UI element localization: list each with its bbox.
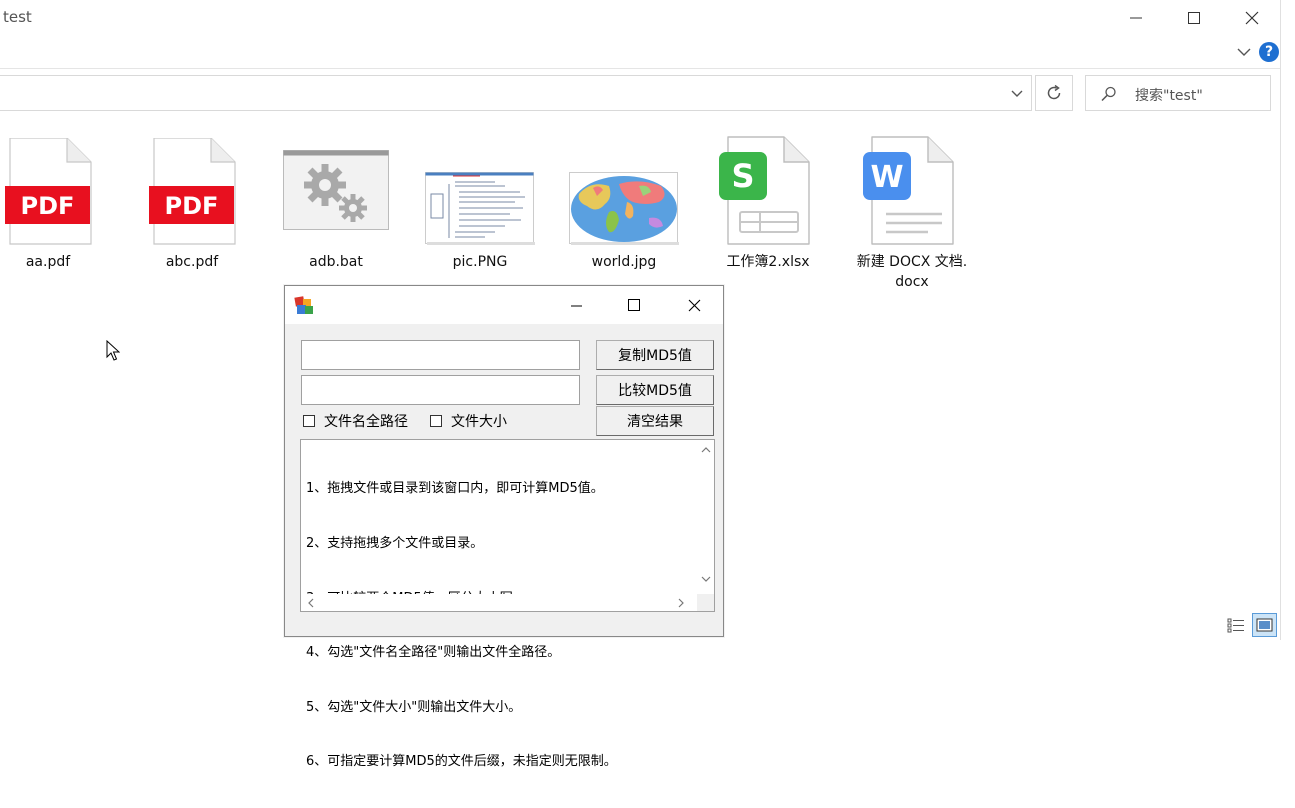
file-name: aa.pdf (0, 252, 113, 272)
pdf-badge: PDF (165, 192, 219, 220)
right-edge (1281, 0, 1295, 640)
scroll-up-icon[interactable] (701, 446, 711, 453)
window-border (1280, 0, 1281, 640)
vertical-scrollbar[interactable] (697, 440, 714, 594)
large-icons-view-button[interactable] (1252, 613, 1277, 637)
details-view-icon (1225, 614, 1247, 636)
pdf-badge: PDF (21, 192, 75, 220)
md5-input-2[interactable] (301, 375, 580, 405)
file-name: abc.pdf (127, 252, 257, 272)
image-thumbnail-diagram (425, 172, 535, 246)
minimize-button[interactable] (1107, 0, 1165, 36)
chevron-down-icon (1237, 48, 1251, 57)
chevron-down-icon[interactable] (1009, 86, 1025, 102)
horizontal-scrollbar[interactable] (301, 594, 697, 611)
dialog-close-button[interactable] (671, 286, 717, 324)
image-thumbnail-world-map (569, 172, 679, 246)
checkbox-label: 文件大小 (451, 411, 507, 431)
result-line: 5、勾选"文件大小"则输出文件大小。 (306, 699, 617, 717)
word-document-icon: W (862, 136, 957, 246)
file-size-checkbox[interactable]: 文件大小 (430, 411, 507, 431)
close-icon (1245, 11, 1259, 25)
close-icon (688, 299, 701, 312)
full-path-checkbox[interactable]: 文件名全路径 (303, 411, 408, 431)
file-name: adb.bat (271, 252, 401, 272)
mouse-cursor-icon (106, 340, 120, 362)
file-name: pic.PNG (415, 252, 545, 272)
file-item[interactable]: W 新建 DOCX 文档. docx (847, 130, 977, 290)
scroll-right-icon[interactable] (678, 598, 685, 608)
file-item[interactable]: PDF abc.pdf (127, 130, 257, 280)
scrollbar-corner (697, 594, 714, 611)
file-item[interactable]: PDF aa.pdf (0, 130, 113, 280)
scroll-left-icon[interactable] (307, 598, 314, 608)
window-title: test (3, 8, 32, 26)
maximize-button[interactable] (1165, 0, 1223, 36)
clear-results-button[interactable]: 清空结果 (596, 406, 714, 436)
details-view-button[interactable] (1225, 614, 1247, 636)
pdf-icon: PDF (149, 138, 239, 246)
result-line: 2、支持拖拽多个文件或目录。 (306, 535, 617, 553)
refresh-icon (1045, 84, 1063, 102)
dialog-titlebar[interactable] (285, 286, 723, 324)
docx-badge: W (870, 160, 903, 195)
batch-file-gear-icon (283, 150, 389, 230)
minimize-icon (1130, 12, 1142, 24)
file-name: world.jpg (559, 252, 689, 272)
address-bar[interactable] (0, 75, 1032, 111)
result-line: 4、勾选"文件名全路径"则输出文件全路径。 (306, 644, 617, 662)
pdf-icon: PDF (5, 138, 95, 246)
md5-input-1[interactable] (301, 340, 580, 370)
compare-md5-button[interactable]: 比较MD5值 (596, 375, 714, 405)
close-button[interactable] (1223, 0, 1281, 36)
maximize-icon (1188, 12, 1200, 24)
file-item[interactable]: world.jpg (559, 130, 689, 280)
dialog-minimize-button[interactable] (553, 286, 599, 324)
refresh-button[interactable] (1035, 75, 1073, 111)
ribbon-divider (0, 68, 1280, 69)
md5-tool-dialog: 复制MD5值 比较MD5值 清空结果 文件名全路径 文件大小 1、拖拽文件或目录… (284, 285, 724, 637)
file-item[interactable]: pic.PNG (415, 130, 545, 280)
result-text: 1、拖拽文件或目录到该窗口内，即可计算MD5值。 2、支持拖拽多个文件或目录。 … (306, 444, 617, 808)
minimize-icon (571, 300, 582, 311)
result-line: 6、可指定要计算MD5的文件后缀，未指定则无限制。 (306, 753, 617, 771)
checkbox-box[interactable] (303, 415, 315, 427)
file-item[interactable]: S 工作簿2.xlsx (703, 130, 833, 280)
maximize-icon (628, 299, 640, 311)
file-name: 新建 DOCX 文档. docx (847, 252, 977, 292)
result-textarea[interactable]: 1、拖拽文件或目录到该窗口内，即可计算MD5值。 2、支持拖拽多个文件或目录。 … (300, 439, 715, 612)
dialog-maximize-button[interactable] (611, 286, 657, 324)
checkbox-box[interactable] (430, 415, 442, 427)
large-icons-view-icon (1253, 614, 1276, 636)
xlsx-badge: S (731, 157, 754, 195)
scroll-down-icon[interactable] (701, 576, 711, 583)
search-input[interactable]: 搜索"test" (1135, 85, 1203, 105)
copy-md5-button[interactable]: 复制MD5值 (596, 340, 714, 370)
help-button[interactable]: ? (1259, 42, 1279, 62)
file-name: 工作簿2.xlsx (703, 252, 833, 272)
ribbon-expand-button[interactable] (1232, 42, 1256, 62)
file-item[interactable]: adb.bat (271, 130, 401, 280)
search-box[interactable]: 搜索"test" (1085, 75, 1271, 111)
spreadsheet-icon: S (718, 136, 813, 246)
result-line: 1、拖拽文件或目录到该窗口内，即可计算MD5值。 (306, 480, 617, 498)
search-icon (1100, 85, 1118, 103)
checkbox-label: 文件名全路径 (324, 411, 408, 431)
app-icon (293, 295, 315, 317)
